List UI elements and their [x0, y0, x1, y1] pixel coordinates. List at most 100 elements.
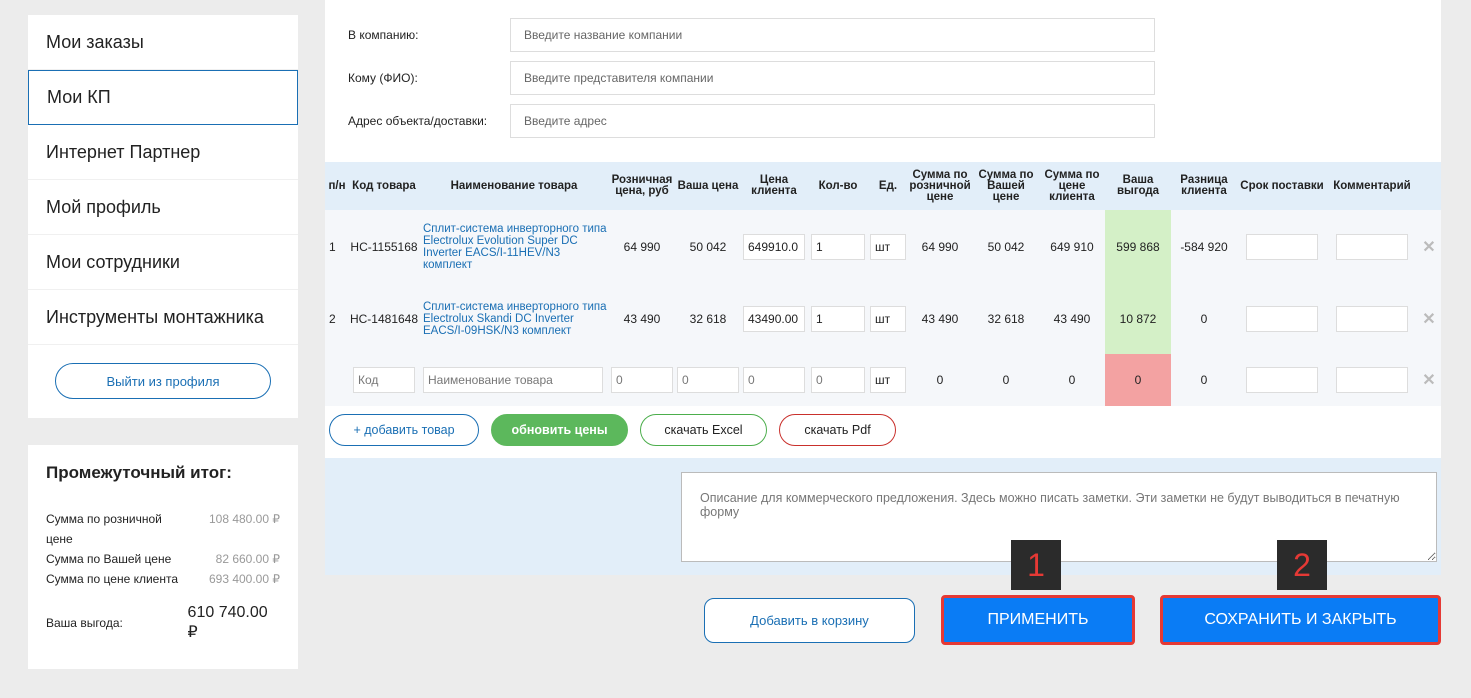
add-item-button[interactable]: + добавить товар	[329, 414, 479, 446]
header-diff: Разница клиента	[1180, 174, 1228, 197]
recipient-row: Кому (ФИО):	[348, 61, 1155, 95]
table-row: 1 НС-1155168 Сплит-система инверторного …	[325, 210, 1441, 284]
new-diff: 0	[1200, 373, 1208, 387]
new-retail-input[interactable]	[611, 367, 673, 393]
header-sum-client: Сумма по цене клиента	[1044, 168, 1100, 203]
sidebar-item-profile[interactable]: Мой профиль	[28, 180, 298, 235]
row-yours: 50 042	[689, 240, 727, 254]
header-yours: Ваша цена	[677, 179, 739, 192]
table-actions: + добавить товар обновить цены скачать E…	[329, 414, 896, 446]
table-header-row: п/н Код товара Наименование товара Розни…	[325, 162, 1441, 210]
new-code-input[interactable]	[353, 367, 415, 393]
row-comment-cell	[1327, 210, 1417, 284]
new-comment-input[interactable]	[1336, 367, 1408, 393]
close-icon[interactable]: ✕	[1422, 372, 1435, 389]
header-profit: Ваша выгода	[1116, 174, 1160, 197]
new-yours-input[interactable]	[677, 367, 739, 393]
header-sum-retail: Сумма по розничной цене	[909, 168, 971, 203]
row-code: НС-1481648	[349, 312, 419, 326]
row-yours: 32 618	[689, 312, 727, 326]
apply-button[interactable]: ПРИМЕНИТЬ	[941, 595, 1135, 645]
step-badge-2: 2	[1277, 540, 1327, 590]
row-sum-retail: 64 990	[921, 240, 959, 254]
logout-wrap: Выйти из профиля	[28, 345, 298, 399]
new-qty-input[interactable]	[811, 367, 865, 393]
summary-client-label: Сумма по цене клиента	[46, 572, 179, 586]
row-unit-input[interactable]	[870, 306, 906, 332]
download-excel-button[interactable]: скачать Excel	[640, 414, 767, 446]
new-delivery-input[interactable]	[1246, 367, 1318, 393]
new-name-cell	[419, 354, 609, 406]
row-np: 2	[329, 312, 336, 326]
summary-row-profit: Ваша выгода: 610 740.00 ₽	[46, 603, 280, 643]
address-label: Адрес объекта/доставки:	[348, 114, 488, 128]
row-delivery-input[interactable]	[1246, 306, 1318, 332]
new-unit-cell	[869, 354, 907, 406]
sidebar-item-employees[interactable]: Мои сотрудники	[28, 235, 298, 290]
close-icon[interactable]: ✕	[1422, 239, 1435, 256]
close-icon[interactable]: ✕	[1422, 311, 1435, 328]
row-name-cell: Сплит-система инверторного типа Electrol…	[419, 210, 609, 284]
row-sum-client: 43 490	[1053, 312, 1091, 326]
row-remove-cell: ✕	[1417, 284, 1441, 354]
new-qty-cell	[807, 354, 869, 406]
header-unit: Ед.	[878, 179, 898, 192]
new-sum-yours: 0	[1002, 373, 1010, 387]
new-np	[325, 354, 349, 406]
main-content: В компанию: Кому (ФИО): Адрес объекта/до…	[325, 0, 1441, 575]
row-remove-cell: ✕	[1417, 210, 1441, 284]
company-input[interactable]	[510, 18, 1155, 52]
download-pdf-button[interactable]: скачать Pdf	[779, 414, 896, 446]
summary-client-value: 693 400.00 ₽	[208, 572, 280, 586]
products-table-area: п/н Код товара Наименование товара Розни…	[325, 162, 1441, 458]
row-comment-input[interactable]	[1336, 306, 1408, 332]
recipient-form: В компанию: Кому (ФИО): Адрес объекта/до…	[325, 0, 1441, 162]
summary-yours-value: 82 660.00 ₽	[215, 552, 280, 566]
row-qty-cell	[807, 210, 869, 284]
summary-retail-label: Сумма по розничной цене	[46, 512, 162, 546]
row-client-cell	[741, 284, 807, 354]
new-unit-input[interactable]	[870, 367, 906, 393]
sidebar-menu: Мои заказы Мои КП Интернет Партнер Мой п…	[28, 15, 298, 418]
add-to-cart-button[interactable]: Добавить в корзину	[704, 598, 915, 643]
sidebar-item-my-kp[interactable]: Мои КП	[28, 70, 298, 125]
logout-button[interactable]: Выйти из профиля	[55, 363, 271, 399]
table-row: 2 НС-1481648 Сплит-система инверторного …	[325, 284, 1441, 354]
sidebar-item-installer-tools[interactable]: Инструменты монтажника	[28, 290, 298, 345]
summary-retail-value: 108 480.00 ₽	[208, 512, 280, 526]
new-comment-cell	[1327, 354, 1417, 406]
refresh-prices-button[interactable]: обновить цены	[491, 414, 628, 446]
company-row: В компанию:	[348, 18, 1155, 52]
row-qty-input[interactable]	[811, 306, 865, 332]
row-unit-input[interactable]	[870, 234, 906, 260]
row-comment-input[interactable]	[1336, 234, 1408, 260]
row-name-link[interactable]: Сплит-система инверторного типа Electrol…	[423, 301, 609, 337]
row-client-input[interactable]	[743, 234, 805, 260]
row-name-link[interactable]: Сплит-система инверторного типа Electrol…	[423, 223, 609, 271]
header-qty: Кол-во	[818, 179, 858, 192]
new-sum-client: 0	[1068, 373, 1076, 387]
new-name-input[interactable]	[423, 367, 603, 393]
row-retail: 43 490	[623, 312, 661, 326]
summary-yours-label: Сумма по Вашей цене	[46, 552, 172, 566]
row-profit: 10 872	[1105, 284, 1171, 354]
summary-profit-label: Ваша выгода:	[46, 616, 123, 630]
row-profit: 599 868	[1105, 210, 1171, 284]
row-client-input[interactable]	[743, 306, 805, 332]
recipient-input[interactable]	[510, 61, 1155, 95]
sidebar-item-internet-partner[interactable]: Интернет Партнер	[28, 125, 298, 180]
address-row: Адрес объекта/доставки:	[348, 104, 1155, 138]
new-yours-cell	[675, 354, 741, 406]
save-and-close-button[interactable]: СОХРАНИТЬ И ЗАКРЫТЬ	[1160, 595, 1441, 645]
row-retail: 64 990	[623, 240, 661, 254]
row-delivery-input[interactable]	[1246, 234, 1318, 260]
row-qty-input[interactable]	[811, 234, 865, 260]
address-input[interactable]	[510, 104, 1155, 138]
new-client-input[interactable]	[743, 367, 805, 393]
row-sum-client: 649 910	[1050, 240, 1094, 254]
row-unit-cell	[869, 284, 907, 354]
new-sum-retail: 0	[936, 373, 944, 387]
row-sum-yours: 50 042	[987, 240, 1025, 254]
company-label: В компанию:	[348, 28, 419, 42]
sidebar-item-orders[interactable]: Мои заказы	[28, 15, 298, 70]
